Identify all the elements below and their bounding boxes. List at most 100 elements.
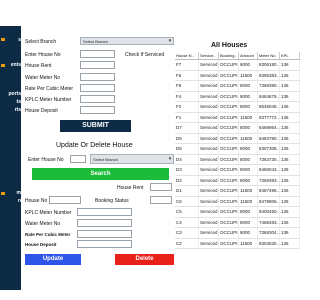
column-header[interactable]: Service.. bbox=[199, 52, 219, 59]
update-water-meter-no-label: Water Meter No bbox=[25, 221, 61, 227]
table-cell: Serviced bbox=[199, 70, 219, 80]
chevron-down-icon: ▾ bbox=[168, 38, 172, 44]
column-header[interactable]: House N.. bbox=[175, 52, 199, 59]
column-header[interactable]: Booking.. bbox=[219, 52, 239, 59]
table-row[interactable]: D4ServicedOCCUPI...80007363730...136 bbox=[175, 154, 300, 165]
table-row[interactable]: C3ServicedOCCUPI...80007368304...136 bbox=[175, 228, 300, 239]
sidebar-item[interactable]: m bbox=[0, 190, 21, 196]
kplc-meter-number-input[interactable] bbox=[80, 95, 115, 103]
table-cell: 8479806... bbox=[258, 196, 280, 206]
table-cell: OCCUPI... bbox=[219, 123, 239, 133]
delete-button[interactable]: Delete bbox=[115, 254, 174, 265]
update-button[interactable]: Update bbox=[25, 254, 81, 265]
sidebar-item[interactable]: ents bbox=[0, 62, 21, 68]
house-no-input[interactable] bbox=[80, 50, 115, 58]
table-cell: F6 bbox=[175, 70, 199, 80]
table-cell: OCCUPI... bbox=[219, 91, 239, 101]
table-cell: 136 bbox=[280, 123, 300, 133]
sidebar-item[interactable]: s bbox=[0, 37, 21, 43]
table-cell: OCCUPI... bbox=[219, 133, 239, 143]
update-rate-per-cubic-meter-input[interactable] bbox=[77, 230, 132, 238]
table-cell: D1 bbox=[175, 186, 199, 196]
table-cell: 8000 bbox=[239, 228, 258, 238]
update-house-rent-label: House Rent bbox=[117, 185, 144, 191]
rate-per-cubic-meter-input[interactable] bbox=[80, 84, 115, 92]
table-row[interactable]: D3ServicedOCCUPI...80008460043...136 bbox=[175, 165, 300, 176]
table-row[interactable]: F7ServicedOCCUPI...80008306180...136 bbox=[175, 60, 300, 71]
house-deposit-input[interactable] bbox=[80, 106, 115, 114]
table-row[interactable]: F1ServicedOCCUPI...115008377772...136 bbox=[175, 112, 300, 123]
sidebar-item[interactable]: rts bbox=[0, 107, 21, 113]
search-button[interactable]: Search bbox=[32, 168, 169, 180]
table-cell: 11500 bbox=[239, 196, 258, 206]
table-cell: Serviced bbox=[199, 112, 219, 122]
table-cell: 11500 bbox=[239, 186, 258, 196]
table-cell: OCCUPI... bbox=[219, 70, 239, 80]
table-row[interactable]: C2ServicedOCCUPI...115008304530...136 bbox=[175, 238, 300, 249]
table-cell: 8395383... bbox=[258, 70, 280, 80]
table-row[interactable]: D7ServicedOCCUPI...80008469964...136 bbox=[175, 123, 300, 134]
table-cell: C6 bbox=[175, 196, 199, 206]
table-cell: 8000 bbox=[239, 102, 258, 112]
house-rent-input[interactable] bbox=[80, 61, 115, 69]
table-cell: 8306180... bbox=[258, 60, 280, 70]
table-cell: 8000 bbox=[239, 217, 258, 227]
branch-select[interactable]: Select Branch ▾ bbox=[80, 37, 174, 45]
update-kplc-meter-number-input[interactable] bbox=[77, 208, 132, 216]
update-rate-per-cubic-meter-label: Rate Per Cubic Meter bbox=[25, 232, 71, 237]
update-house-no-field[interactable] bbox=[49, 196, 81, 204]
submit-button[interactable]: SUBMIT bbox=[60, 120, 131, 132]
table-cell: D4 bbox=[175, 154, 199, 164]
table-row[interactable]: D5ServicedOCCUPI...80008307308...136 bbox=[175, 144, 300, 155]
table-cell: 8460043... bbox=[258, 165, 280, 175]
table-row[interactable]: C5ServicedOCCUPI...80008400450...136 bbox=[175, 207, 300, 218]
water-meter-no-input[interactable] bbox=[80, 73, 115, 81]
update-house-no-label: Enter House No bbox=[28, 157, 64, 163]
table-cell: 8000 bbox=[239, 154, 258, 164]
update-section-title: Update Or Delete House bbox=[56, 142, 133, 149]
enter-house-no-label: Enter House No bbox=[25, 52, 61, 58]
table-row[interactable]: C6ServicedOCCUPI...115008479806...136 bbox=[175, 196, 300, 207]
table-row[interactable]: F4ServicedOCCUPI...80008484679...136 bbox=[175, 91, 300, 102]
table-cell: Serviced bbox=[199, 102, 219, 112]
table-cell: 8000 bbox=[239, 175, 258, 185]
table-row[interactable]: F6ServicedOCCUPI...115008395383...136 bbox=[175, 70, 300, 81]
houses-table-title: All Houses bbox=[211, 42, 248, 49]
update-house-rent-input[interactable] bbox=[150, 183, 172, 191]
column-header[interactable]: Meter No bbox=[258, 52, 280, 59]
table-cell: C2 bbox=[175, 238, 199, 248]
table-cell: D5 bbox=[175, 144, 199, 154]
table-cell: 8000 bbox=[239, 81, 258, 91]
table-row[interactable]: F2ServicedOCCUPI...80008548048...136 bbox=[175, 102, 300, 113]
sidebar-item[interactable]: n bbox=[0, 198, 21, 204]
table-cell: 136 bbox=[280, 238, 300, 248]
table-cell: Serviced bbox=[199, 144, 219, 154]
update-water-meter-no-input[interactable] bbox=[77, 219, 132, 227]
table-header: House N.. Service.. Booking.. Amount Met… bbox=[175, 52, 300, 60]
table-cell: OCCUPI... bbox=[219, 60, 239, 70]
booking-status-input[interactable] bbox=[150, 196, 172, 204]
table-cell: F5 bbox=[175, 81, 199, 91]
table-row[interactable]: C4ServicedOCCUPI...80007468483...136 bbox=[175, 217, 300, 228]
column-header[interactable]: Amount bbox=[239, 52, 258, 59]
add-house-form: Select Branch Select Branch ▾ Enter Hous… bbox=[22, 35, 176, 291]
chevron-down-icon: ▾ bbox=[168, 156, 172, 162]
update-branch-select[interactable]: Select Branch ▾ bbox=[90, 154, 174, 164]
table-row[interactable]: D6ServicedOCCUPI...115008483780...136 bbox=[175, 133, 300, 144]
update-house-no-input[interactable] bbox=[70, 155, 86, 163]
select-branch-label: Select Branch bbox=[25, 39, 57, 45]
column-header[interactable]: KPL bbox=[280, 52, 300, 59]
table-row[interactable]: D1ServicedOCCUPI...115008487496...136 bbox=[175, 186, 300, 197]
table-row[interactable]: D2ServicedOCCUPI...80007369393...136 bbox=[175, 175, 300, 186]
update-house-deposit-input[interactable] bbox=[77, 240, 132, 248]
table-row[interactable]: F5ServicedOCCUPI...80007368380...136 bbox=[175, 81, 300, 92]
kplc-meter-number-label: KPLC Meter Number bbox=[25, 97, 72, 103]
table-cell: 7363730... bbox=[258, 154, 280, 164]
table-cell: 8000 bbox=[239, 165, 258, 175]
table-cell: 8000 bbox=[239, 91, 258, 101]
table-cell: 136 bbox=[280, 217, 300, 227]
table-cell: 11500 bbox=[239, 238, 258, 248]
sidebar-item[interactable]: ts bbox=[0, 99, 21, 105]
table-cell: 136 bbox=[280, 112, 300, 122]
sidebar-item[interactable]: ports bbox=[0, 91, 22, 97]
